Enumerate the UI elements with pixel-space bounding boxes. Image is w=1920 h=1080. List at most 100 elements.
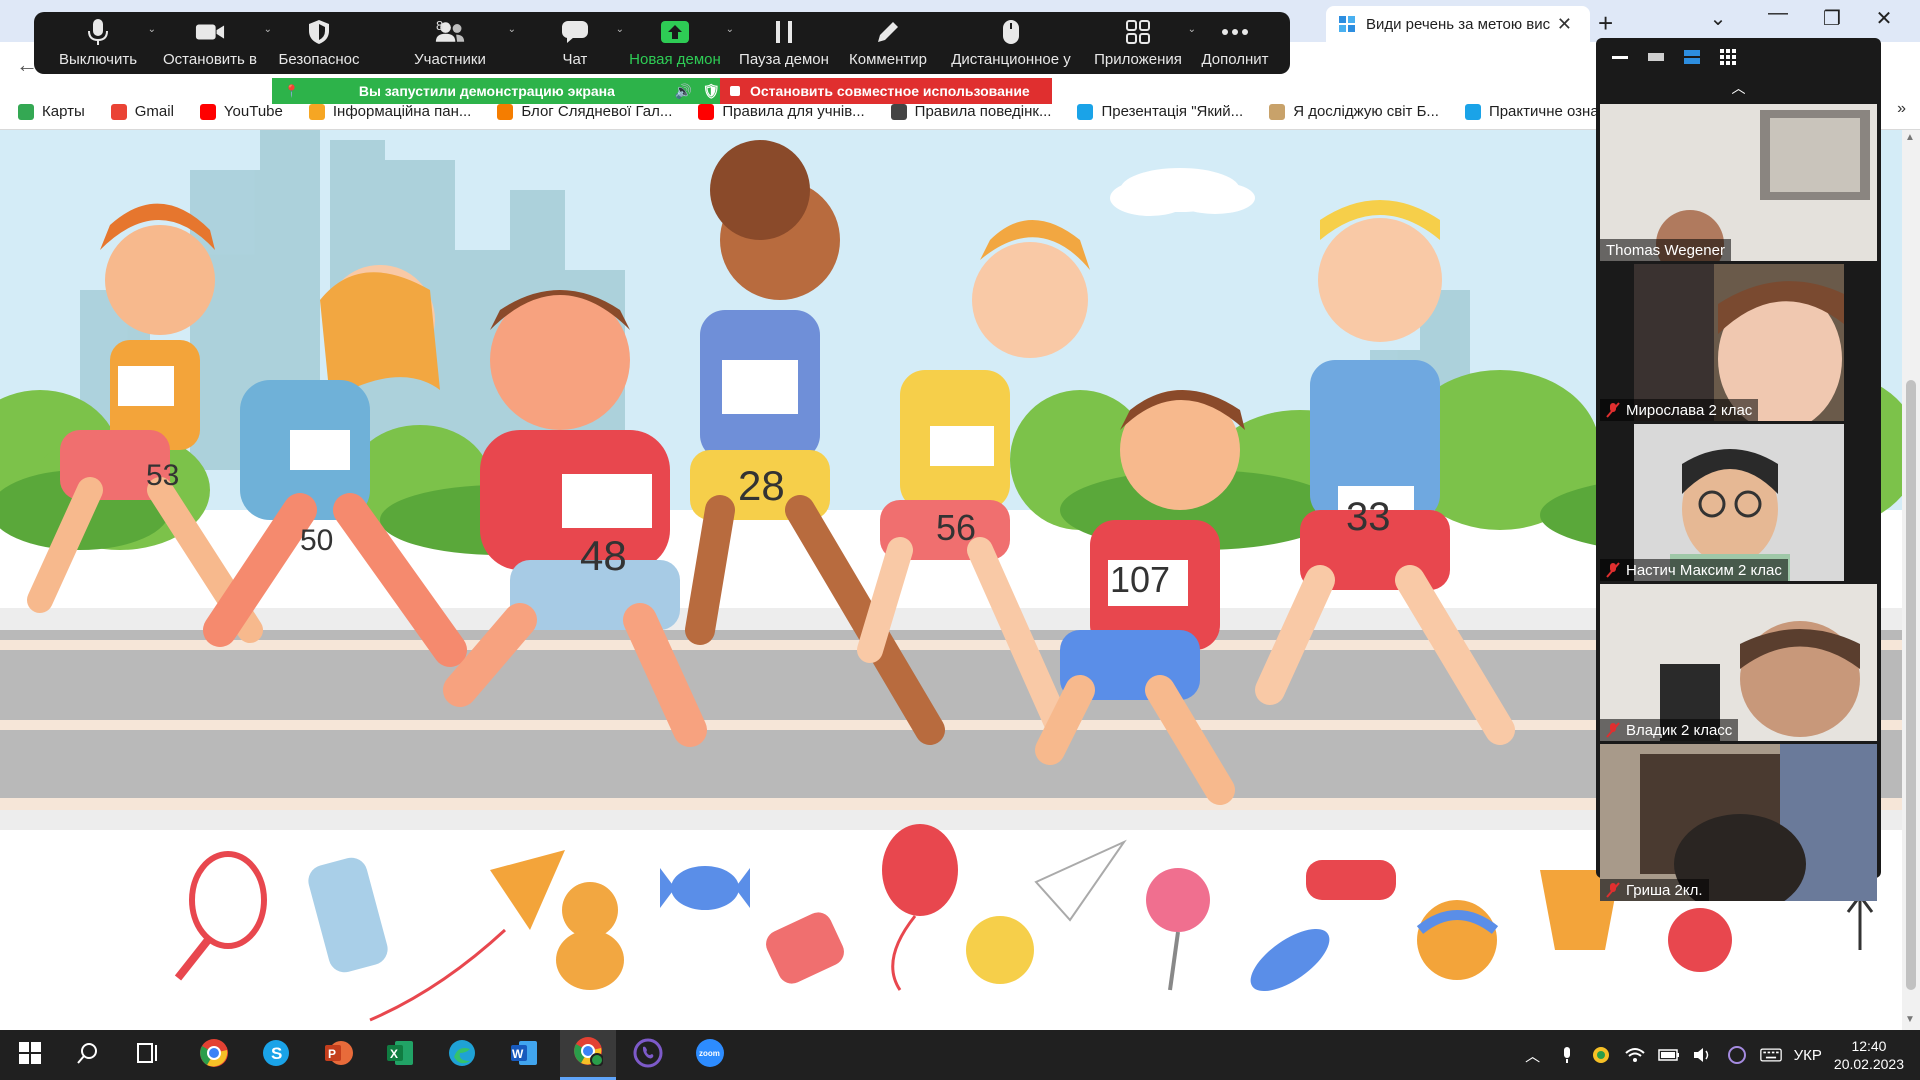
strip-view-icon[interactable]	[1682, 49, 1702, 65]
minimize-icon[interactable]: —	[1760, 2, 1796, 25]
minimize-video-icon[interactable]	[1610, 49, 1630, 65]
microphone-icon[interactable]	[1556, 1044, 1578, 1066]
participant-video	[1600, 424, 1877, 581]
chevron-up-icon[interactable]: ︿	[1522, 1044, 1544, 1066]
page-scrollbar[interactable]: ▲ ▼	[1902, 130, 1920, 1030]
hide-video-icon[interactable]	[1646, 49, 1666, 65]
participant-name-label: Мирослава 2 клас	[1600, 399, 1759, 421]
scroll-up-chevron-icon[interactable]: ︿	[1596, 78, 1881, 100]
taskbar-excel[interactable]: X	[374, 1030, 426, 1080]
maximize-icon[interactable]: ❐	[1814, 6, 1850, 31]
share-screen-icon	[660, 17, 690, 47]
viber-icon	[633, 1038, 663, 1073]
taskbar-edge[interactable]	[436, 1030, 488, 1080]
volume-icon[interactable]	[1692, 1044, 1714, 1066]
gallery-view-controls	[1596, 38, 1881, 76]
taskbar-chrome-active[interactable]	[560, 1030, 616, 1080]
taskbar-word[interactable]: W	[498, 1030, 550, 1080]
taskbar-powerpoint[interactable]: P	[312, 1030, 364, 1080]
close-window-icon[interactable]: ✕	[1866, 6, 1902, 31]
annotate-button[interactable]: Комментир	[838, 12, 938, 74]
bookmark-item[interactable]: Правила для учнів...	[698, 103, 865, 120]
pause-icon	[769, 17, 799, 47]
muted-microphone-icon	[1606, 722, 1620, 738]
battery-icon[interactable]	[1657, 1044, 1680, 1066]
task-view-button[interactable]	[122, 1030, 174, 1080]
bookmark-label: Я досліджую світ Б...	[1293, 103, 1439, 120]
chevron-down-icon[interactable]: ⌄	[1700, 6, 1736, 31]
bib-number: 28	[738, 462, 785, 509]
app-tray-icon[interactable]	[1590, 1044, 1612, 1066]
speaker-icon[interactable]: 🔊	[675, 83, 692, 100]
apps-button[interactable]: ⌄ Приложения	[1084, 12, 1196, 74]
browser-tab-active[interactable]: Види речень за метою вис ✕	[1326, 6, 1584, 42]
maps-icon	[18, 103, 34, 120]
svg-text:W: W	[512, 1047, 524, 1061]
book-icon	[1269, 103, 1286, 120]
snowflake-icon	[1077, 103, 1094, 120]
word-icon: W	[509, 1039, 539, 1072]
input-language[interactable]: УКР	[1794, 1047, 1822, 1064]
participant-video-tile[interactable]: Владик 2 класс	[1600, 584, 1877, 741]
share-status-bar[interactable]: 📍 Вы запустили демонстрацию экрана 🔊 🛡	[272, 78, 720, 104]
pause-share-button[interactable]: Пауза демон	[730, 12, 838, 74]
bookmark-item[interactable]: YouTube	[199, 103, 283, 120]
bookmark-item[interactable]: Інформаційна пан...	[308, 103, 471, 120]
security-button[interactable]: Безопаснос	[268, 12, 370, 74]
bookmark-item[interactable]: Презентація "Який...	[1077, 103, 1243, 120]
bookmark-item[interactable]: Gmail	[110, 103, 174, 120]
more-button[interactable]: Дополнит	[1192, 12, 1278, 74]
taskbar-chrome[interactable]	[188, 1030, 240, 1080]
bib-number: 50	[300, 524, 333, 557]
bookmark-item[interactable]: Я досліджую світ Б...	[1269, 103, 1439, 120]
chevron-down-icon[interactable]: ⌄	[508, 24, 516, 35]
keyboard-icon[interactable]	[1759, 1044, 1782, 1066]
viber-tray-icon[interactable]	[1726, 1044, 1748, 1066]
new-tab-button[interactable]: +	[1598, 8, 1613, 38]
remote-control-button[interactable]: Дистанционное у	[938, 12, 1084, 74]
clock-date: 20.02.2023	[1833, 1056, 1904, 1072]
participants-button[interactable]: 8 ⌄ Участники	[370, 12, 530, 74]
grid-view-icon[interactable]	[1718, 49, 1738, 65]
browser-tab-title: Види речень за метою вис	[1366, 15, 1551, 33]
bib-number: 48	[580, 532, 627, 579]
clock[interactable]: 12:40 20.02.2023	[1834, 1037, 1904, 1073]
tab-favicon-icon	[1338, 15, 1356, 33]
participant-video	[1600, 744, 1877, 901]
stop-share-label: Остановить совместное использование	[750, 83, 1030, 99]
participant-video-tile[interactable]: Мирослава 2 клас	[1600, 264, 1877, 421]
scroll-up-icon[interactable]: ▲	[1905, 132, 1915, 143]
start-button[interactable]	[4, 1030, 56, 1080]
taskbar-skype[interactable]: S	[250, 1030, 302, 1080]
search-button[interactable]	[62, 1030, 114, 1080]
taskbar-viber[interactable]	[622, 1030, 674, 1080]
participant-video	[1600, 104, 1877, 261]
stop-video-button[interactable]: ⌄ Остановить в	[152, 12, 272, 74]
scroll-thumb[interactable]	[1906, 380, 1916, 990]
bib-number: 53	[146, 459, 179, 492]
participant-video	[1600, 584, 1877, 741]
new-share-button[interactable]: ⌄ Новая демон	[620, 12, 734, 74]
wifi-icon[interactable]	[1624, 1044, 1646, 1066]
stop-share-button[interactable]: Остановить совместное использование	[720, 78, 1052, 104]
bookmark-item[interactable]: Блог Слядневої Гал...	[497, 103, 672, 120]
shield-icon	[304, 17, 334, 47]
bookmark-item[interactable]: Практичне ознайо	[1464, 103, 1615, 120]
mute-button[interactable]: ⌄ Выключить	[44, 12, 156, 74]
scroll-down-icon[interactable]: ▼	[1905, 1014, 1915, 1025]
participant-video-tile[interactable]: Настич Максим 2 клас	[1600, 424, 1877, 581]
participant-video-tile[interactable]: Гриша 2кл.	[1600, 744, 1877, 901]
participant-name-label: Настич Максим 2 клас	[1600, 559, 1788, 581]
bookmark-label: Блог Слядневої Гал...	[521, 103, 673, 120]
snowflake-icon	[1464, 103, 1481, 120]
close-icon[interactable]: ✕	[1557, 14, 1572, 35]
participant-video-tile[interactable]: Thomas Wegener	[1600, 104, 1877, 261]
chat-button[interactable]: ⌄ Чат	[530, 12, 624, 74]
bookmark-item[interactable]: Правила поведінк...	[890, 103, 1051, 120]
taskbar-zoom[interactable]: zoom	[684, 1030, 736, 1080]
muted-microphone-icon	[1606, 402, 1620, 418]
bookmark-label: Gmail	[134, 103, 174, 120]
bookmarks-more-icon[interactable]: »	[1897, 100, 1906, 118]
bookmark-item[interactable]: Карты	[18, 103, 85, 120]
muted-microphone-icon	[1606, 562, 1620, 578]
